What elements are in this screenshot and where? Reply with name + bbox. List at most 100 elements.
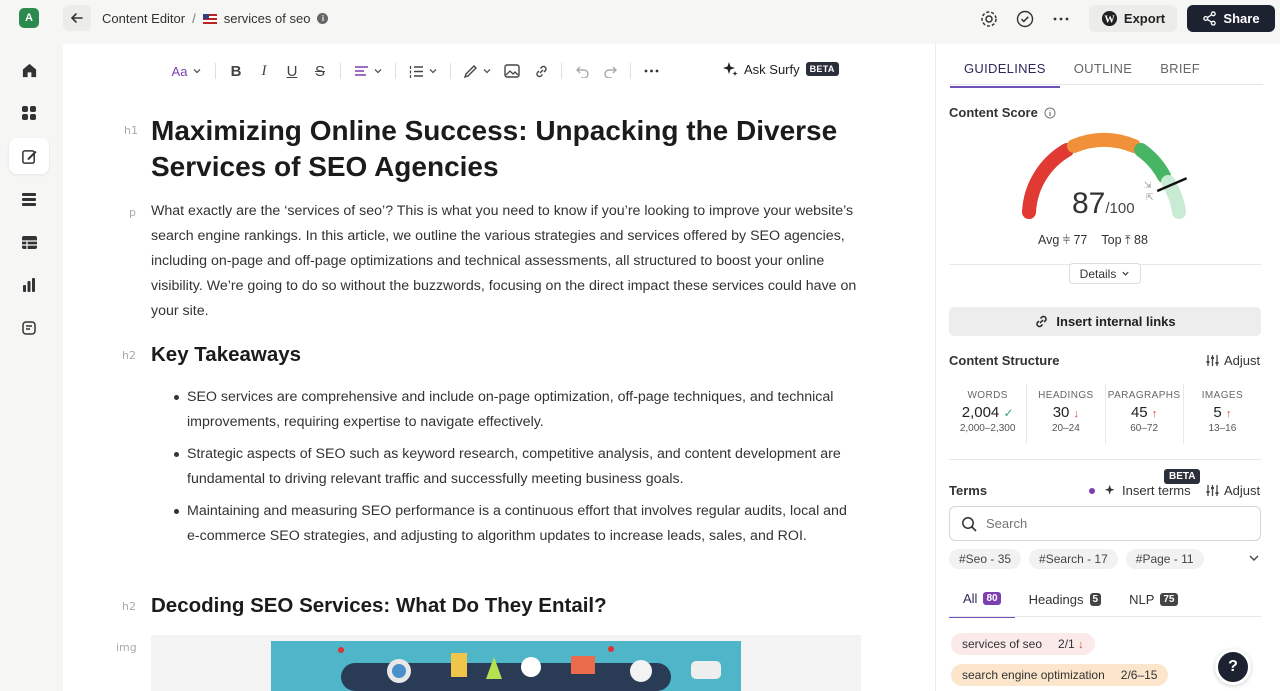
stat-label: IMAGES <box>1201 390 1244 401</box>
nav-analytics[interactable] <box>9 267 49 303</box>
ask-surfy-label: Ask Surfy <box>744 61 800 77</box>
insert-link-icon[interactable] <box>527 58 555 84</box>
block-tag-img: img <box>116 641 137 654</box>
nav-dashboard[interactable] <box>9 95 49 131</box>
help-button[interactable]: ? <box>1215 649 1251 685</box>
beta-badge: BETA <box>805 62 839 76</box>
terms-adjust-button[interactable]: Adjust <box>1206 483 1260 498</box>
export-button[interactable]: W Export <box>1089 5 1177 32</box>
breadcrumb-root[interactable]: Content Editor <box>102 11 185 26</box>
content-score: 87/100 <box>1072 187 1135 221</box>
insert-image-icon[interactable] <box>497 58 527 84</box>
nav-list[interactable] <box>9 181 49 217</box>
notes-icon <box>22 321 36 335</box>
back-button[interactable] <box>63 5 91 31</box>
chip-seo[interactable]: #Seo - 35 <box>949 549 1022 569</box>
insert-terms-button[interactable]: Insert terms <box>1089 483 1191 498</box>
edit-document-icon <box>21 149 37 164</box>
tab-all-terms[interactable]: All 80 <box>949 585 1015 618</box>
tab-heading-terms[interactable]: Headings 5 <box>1015 585 1116 618</box>
chevron-down-icon <box>483 69 490 74</box>
content-structure-stats: WORDS 2,004 ✓ 2,000–2,300 HEADINGS 30 ↓ … <box>949 384 1261 444</box>
stat-paragraphs: PARAGRAPHS 45 ↑ 60–72 <box>1106 384 1184 444</box>
heading-decoding-seo[interactable]: Decoding SEO Services: What Do They Enta… <box>151 594 607 618</box>
arrow-down-icon: ↓ <box>1073 408 1080 420</box>
stat-range: 60–72 <box>1130 423 1159 434</box>
chevron-down-icon <box>1122 271 1129 276</box>
score-benchmarks: Avg ⫩ 77 Top ⤒ 88 <box>1038 233 1148 248</box>
share-icon <box>1203 11 1217 26</box>
nav-notes[interactable] <box>9 310 49 346</box>
adjust-label: Adjust <box>1224 483 1261 498</box>
workspace-avatar[interactable]: A <box>19 8 39 28</box>
sparkle-icon <box>1104 484 1115 495</box>
expand-chevron-icon[interactable] <box>1248 553 1260 563</box>
ask-surfy-button[interactable]: Ask Surfy BETA <box>722 61 839 77</box>
term-item[interactable]: search engine optimization 2/6–15 <box>951 664 1169 686</box>
info-icon[interactable]: i <box>317 13 329 24</box>
nav-content-editor[interactable] <box>9 138 49 174</box>
share-button[interactable]: Share <box>1187 5 1275 32</box>
chip-search[interactable]: #Search - 17 <box>1029 549 1118 569</box>
term-text: services of seo <box>962 637 1043 651</box>
settings-gear-icon[interactable] <box>978 8 1000 30</box>
stat-range: 20–24 <box>1051 423 1080 434</box>
document-title[interactable]: Maximizing Online Success: Unpacking the… <box>151 113 851 185</box>
term-item[interactable]: services of seo 2/1 ↓ <box>951 633 1095 655</box>
tab-nlp-terms[interactable]: NLP 75 <box>1115 585 1191 618</box>
italic-icon[interactable]: I <box>250 58 278 84</box>
bold-icon[interactable]: B <box>222 58 250 84</box>
insert-internal-links-button[interactable]: Insert internal links <box>949 307 1261 336</box>
term-text: search engine optimization <box>962 668 1105 682</box>
us-flag-icon <box>202 13 217 24</box>
align-left-icon <box>354 66 368 76</box>
strikethrough-icon[interactable]: S <box>306 58 334 84</box>
font-size-dropdown[interactable]: Aa <box>165 58 209 84</box>
status-dot <box>1089 487 1095 494</box>
stat-headings: HEADINGS 30 ↓ 20–24 <box>1027 384 1106 444</box>
list-item[interactable]: SEO services are comprehensive and inclu… <box>170 385 860 435</box>
chevron-down-icon <box>429 69 436 74</box>
stat-label: WORDS <box>967 390 1008 401</box>
breadcrumb: Content Editor / services of seo i <box>102 11 329 26</box>
heading-key-takeaways[interactable]: Key Takeaways <box>151 343 301 367</box>
more-options-icon[interactable] <box>1050 8 1072 30</box>
redo-icon[interactable] <box>596 58 624 84</box>
check-circle-icon[interactable] <box>1014 8 1036 30</box>
highlight-dropdown[interactable] <box>457 58 497 84</box>
stat-label: PARAGRAPHS <box>1107 390 1181 401</box>
article-image-block[interactable] <box>151 635 861 691</box>
svg-text:⇲: ⇲ <box>1144 180 1152 190</box>
wordpress-icon: W <box>1101 10 1117 27</box>
font-label: Aa <box>171 63 188 79</box>
arrow-up-icon: ↑ <box>1225 408 1232 420</box>
align-dropdown[interactable] <box>347 58 389 84</box>
nav-table[interactable] <box>9 224 49 260</box>
terms-search-input[interactable] <box>986 516 1236 531</box>
nav-home[interactable] <box>9 52 49 88</box>
check-icon: ✓ <box>1003 406 1014 420</box>
search-icon <box>962 516 977 532</box>
list-item[interactable]: Strategic aspects of SEO such as keyword… <box>170 442 860 492</box>
content-structure-title: Content Structure <box>949 353 1060 368</box>
stat-value: 2,004 <box>961 404 1000 421</box>
list-item[interactable]: Maintaining and measuring SEO performanc… <box>170 499 860 549</box>
details-button[interactable]: Details <box>1069 263 1141 284</box>
structure-adjust-button[interactable]: Adjust <box>1206 353 1260 368</box>
info-circle-icon[interactable] <box>1044 107 1056 119</box>
export-label: Export <box>1123 11 1166 26</box>
list-dropdown[interactable] <box>402 58 444 84</box>
chip-page[interactable]: #Page - 11 <box>1125 549 1204 569</box>
stat-value: 30 <box>1052 404 1070 421</box>
sliders-icon <box>1206 355 1219 366</box>
term-count: 2/6–15 <box>1120 668 1158 682</box>
undo-icon[interactable] <box>568 58 596 84</box>
more-formatting-icon[interactable] <box>637 58 665 84</box>
intro-paragraph[interactable]: What exactly are the ‘services of seo’? … <box>151 199 861 324</box>
sliders-icon <box>1206 485 1219 496</box>
underline-icon[interactable]: U <box>278 58 306 84</box>
list-stack-icon <box>22 193 36 206</box>
stat-value: 45 <box>1130 404 1148 421</box>
adjust-label: Adjust <box>1224 353 1261 368</box>
stat-range: 2,000–2,300 <box>959 423 1016 434</box>
